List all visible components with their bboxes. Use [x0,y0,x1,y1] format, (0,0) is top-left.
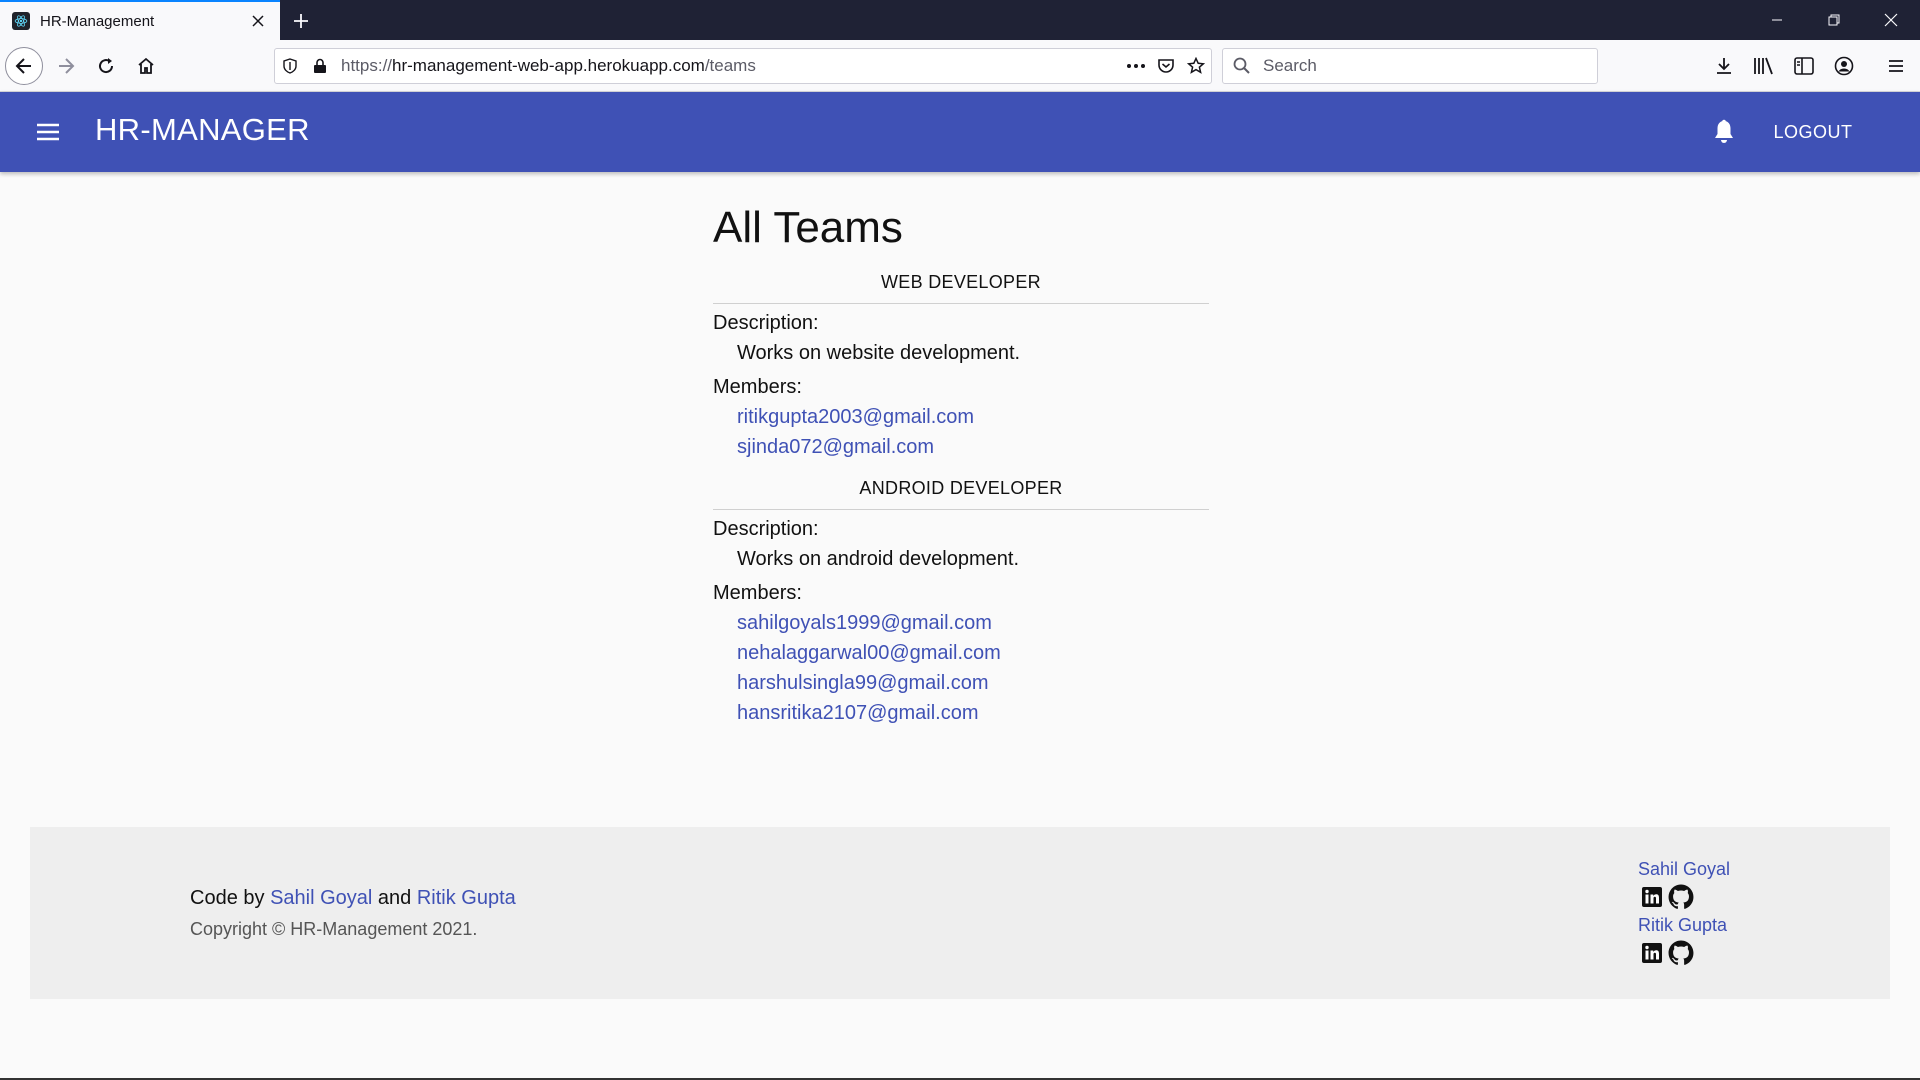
members-label: Members: [713,376,802,398]
browser-toolbar: https://hr-management-web-app.herokuapp.… [0,40,1920,92]
new-tab-icon[interactable] [288,8,314,34]
close-window-icon[interactable] [1863,0,1919,40]
back-arrow-icon[interactable] [5,47,43,85]
shield-icon[interactable] [275,51,305,81]
footer-author-ritik: Ritik Gupta [1638,915,1727,966]
url-text[interactable]: https://hr-management-web-app.herokuapp.… [341,56,1121,76]
app-menu-icon[interactable] [1878,48,1914,84]
react-icon [12,12,30,30]
forward-arrow-icon[interactable] [47,47,85,85]
github-icon[interactable] [1668,884,1694,910]
page-footer: Code by Sahil Goyal and Ritik Gupta Copy… [30,827,1890,999]
team-card: WEB DEVELOPER Description: Works on webs… [713,266,1209,462]
author-link-sahil[interactable]: Sahil Goyal [270,887,372,909]
home-icon[interactable] [127,47,165,85]
lock-icon[interactable] [305,51,335,81]
member-email-link[interactable]: harshulsingla99@gmail.com [713,668,1209,698]
url-host: hr-management-web-app.herokuapp.com [392,56,705,75]
browser-tab[interactable]: HR-Management [0,0,280,40]
social-links [1642,884,1730,910]
member-list: sahilgoyals1999@gmail.com nehalaggarwal0… [713,608,1209,728]
linkedin-icon[interactable] [1642,887,1662,907]
restore-window-icon[interactable] [1806,0,1862,40]
member-email-link[interactable]: ritikgupta2003@gmail.com [713,402,1209,432]
member-email-link[interactable]: sjinda072@gmail.com [713,432,1209,462]
close-tab-icon[interactable] [246,9,270,33]
reload-icon[interactable] [87,47,125,85]
search-input[interactable] [1263,56,1583,76]
search-bar[interactable] [1222,48,1598,84]
footer-author-sahil: Sahil Goyal [1638,859,1730,910]
search-icon [1227,51,1257,81]
pocket-icon[interactable] [1151,51,1181,81]
url-path: /teams [704,56,756,75]
bookmark-star-icon[interactable] [1181,51,1211,81]
member-list: ritikgupta2003@gmail.com sjinda072@gmail… [713,402,1209,462]
team-name: ANDROID DEVELOPER [713,472,1209,510]
and-text: and [377,887,412,909]
page-title: All Teams [713,203,903,252]
footer-author-name[interactable]: Ritik Gupta [1638,915,1727,935]
teams-content: All Teams WEB DEVELOPER Description: Wor… [713,200,1209,728]
team-description: Works on android development. [737,548,1020,570]
team-name: WEB DEVELOPER [713,266,1209,304]
app-brand[interactable]: HR-MANAGER [95,112,310,148]
browser-tab-strip: HR-Management [0,0,1920,40]
members-label: Members: [713,582,802,604]
hamburger-icon[interactable] [24,108,72,156]
account-icon[interactable] [1826,48,1862,84]
tab-title: HR-Management [40,12,155,30]
app-header: HR-MANAGER LOGOUT [0,92,1920,172]
footer-author-name[interactable]: Sahil Goyal [1638,859,1730,879]
github-icon[interactable] [1668,940,1694,966]
member-email-link[interactable]: sahilgoyals1999@gmail.com [713,608,1209,638]
description-label: Description: [713,518,819,540]
more-actions-icon[interactable] [1121,51,1151,81]
member-email-link[interactable]: nehalaggarwal00@gmail.com [713,638,1209,668]
download-icon[interactable] [1706,48,1742,84]
footer-credit: Code by Sahil Goyal and Ritik Gupta [190,887,516,910]
logout-button[interactable]: LOGOUT [1762,112,1864,152]
bell-icon[interactable] [1700,108,1748,156]
url-bar[interactable]: https://hr-management-web-app.herokuapp.… [274,48,1212,84]
copyright-text: Copyright © HR-Management 2021. [190,919,478,939]
description-label: Description: [713,312,819,334]
member-email-link[interactable]: hansritika2107@gmail.com [713,698,1209,728]
url-scheme: https:// [341,56,393,75]
author-link-ritik[interactable]: Ritik Gupta [417,887,516,909]
library-icon[interactable] [1746,48,1782,84]
linkedin-icon[interactable] [1642,943,1662,963]
code-by-text: Code by [190,887,265,909]
minimize-window-icon[interactable] [1749,0,1805,40]
team-description: Works on website development. [737,342,1021,364]
sidebar-icon[interactable] [1786,48,1822,84]
social-links [1642,940,1727,966]
team-card: ANDROID DEVELOPER Description: Works on … [713,472,1209,728]
